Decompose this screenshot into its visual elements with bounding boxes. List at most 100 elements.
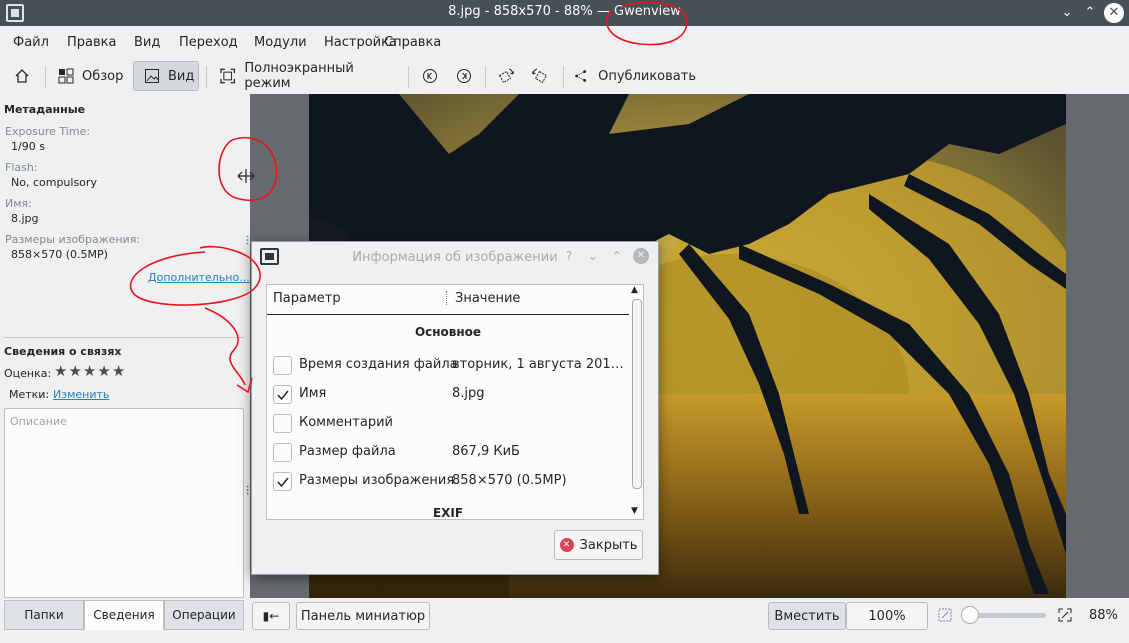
home-icon	[15, 69, 29, 83]
image-view-icon	[145, 69, 159, 83]
semantic-info-heading: Сведения о связях	[4, 345, 122, 358]
checkmark-icon	[277, 477, 289, 488]
row-checkbox-checked[interactable]	[273, 472, 292, 491]
menubar: Файл Правка Вид Переход Модули Настройка…	[0, 26, 1129, 58]
table-row[interactable]: Время создания файла вторник, 1 августа …	[267, 351, 629, 380]
rotate-left-icon	[498, 68, 514, 84]
dialog-close-icon[interactable]: ✕	[633, 248, 649, 264]
row-checkbox[interactable]	[273, 443, 292, 462]
column-header-param[interactable]: Параметр	[273, 285, 341, 313]
zoom-100-button[interactable]: 100%	[846, 602, 928, 630]
table-row[interactable]: Размеры изображения 858×570 (0.5MP)	[267, 467, 629, 496]
scroll-up-icon[interactable]: ▲	[631, 285, 638, 295]
description-textarea[interactable]: Описание	[4, 408, 244, 598]
zoom-out-icon[interactable]	[938, 608, 952, 622]
window-title: 8.jpg - 858x570 - 88% — Gwenview	[0, 4, 1129, 19]
next-icon	[457, 69, 471, 83]
info-table-scrollbar[interactable]: ▲ ▼	[629, 285, 643, 519]
fullscreen-button[interactable]: Полноэкранный режим	[218, 61, 398, 91]
meta-label-exposure: Exposure Time:	[5, 125, 91, 138]
row-value: вторник, 1 августа 2017 г...	[452, 357, 624, 372]
meta-label-dimensions: Размеры изображения:	[5, 233, 141, 246]
rating-label: Оценка:	[4, 367, 52, 380]
tab-information[interactable]: Сведения	[84, 600, 164, 630]
row-param: Комментарий	[299, 415, 393, 430]
publish-button[interactable]: Опубликовать	[574, 61, 696, 91]
menu-view[interactable]: Вид	[134, 35, 160, 50]
home-button[interactable]	[10, 61, 34, 91]
image-info-dialog: Информация об изображении ? ⌄ ⌃ ✕ Параме…	[251, 241, 659, 575]
sidebar-splitter-handle[interactable]	[246, 234, 249, 245]
scrollbar-thumb[interactable]	[632, 299, 642, 489]
previous-icon	[423, 69, 437, 83]
main-toolbar: Обзор Вид Полноэкранный режим Опубликова…	[0, 58, 1129, 94]
status-bar: ▮← Панель миниатюр Вместить 100% 88%	[249, 598, 1129, 643]
info-table: Параметр Значение Основное Время создани…	[266, 284, 644, 520]
menu-plugins[interactable]: Модули	[254, 35, 307, 50]
dialog-close-button[interactable]: ✕ Закрыть	[554, 530, 643, 560]
tags-label: Метки:	[9, 388, 50, 401]
menu-go[interactable]: Переход	[179, 35, 238, 50]
window-menu-chevron-down-icon[interactable]: ⌄	[1057, 3, 1077, 23]
view-mode-button[interactable]: Вид	[133, 61, 199, 91]
row-value: 867,9 КиБ	[452, 444, 520, 459]
thumbnail-bar-button[interactable]: Панель миниатюр	[296, 602, 430, 630]
browse-button[interactable]: Обзор	[54, 61, 128, 91]
zoom-level-readout: 88%	[1089, 608, 1118, 623]
description-placeholder: Описание	[10, 415, 67, 428]
star-icon[interactable]: ★	[54, 362, 68, 380]
table-row[interactable]: Комментарий	[267, 409, 629, 438]
sidebar-splitter-handle[interactable]	[246, 484, 249, 495]
menu-edit[interactable]: Правка	[67, 35, 116, 50]
rotate-right-button[interactable]	[529, 61, 551, 91]
menu-help[interactable]: Справка	[384, 35, 441, 50]
star-icon[interactable]: ★	[97, 362, 111, 380]
zoom-in-icon[interactable]	[1058, 608, 1072, 622]
menu-file[interactable]: Файл	[13, 35, 49, 50]
metadata-heading: Метаданные	[4, 103, 86, 116]
column-header-value[interactable]: Значение	[455, 285, 520, 313]
window-close-icon[interactable]: ✕	[1104, 3, 1124, 23]
group-exif: EXIF	[432, 506, 464, 520]
metadata-more-link[interactable]: Дополнительно...	[148, 271, 250, 284]
window-title-prefix: 8.jpg - 858x570 - 88% —	[448, 4, 610, 19]
row-checkbox[interactable]	[273, 356, 292, 375]
row-param: Размер файла	[299, 444, 396, 459]
star-icon[interactable]: ★	[112, 362, 126, 380]
meta-value-exposure: 1/90 s	[11, 140, 45, 153]
tags-edit-link[interactable]: Изменить	[53, 388, 109, 401]
meta-value-name: 8.jpg	[11, 212, 39, 225]
zoom-fit-button[interactable]: Вместить	[768, 602, 846, 630]
row-checkbox[interactable]	[273, 414, 292, 433]
toggle-sidebar-button[interactable]: ▮←	[252, 602, 290, 630]
table-row[interactable]: Имя 8.jpg	[267, 380, 629, 409]
fullscreen-icon	[220, 68, 236, 84]
sidebar-toggle-icon: ▮←	[262, 609, 280, 623]
dialog-minimize-chevron-down-icon[interactable]: ⌄	[585, 248, 601, 264]
scroll-down-icon[interactable]: ▼	[631, 506, 638, 516]
next-button[interactable]	[454, 61, 474, 91]
dialog-close-label: Закрыть	[579, 537, 638, 553]
zoom-slider-track[interactable]	[968, 613, 1046, 618]
star-icon[interactable]: ★	[68, 362, 82, 380]
dialog-maximize-chevron-up-icon[interactable]: ⌃	[609, 248, 625, 264]
browse-label: Обзор	[82, 68, 124, 84]
row-checkbox-checked[interactable]	[273, 385, 292, 404]
previous-button[interactable]	[420, 61, 440, 91]
rating-stars[interactable]: ★★★★★	[54, 362, 126, 380]
star-icon[interactable]: ★	[83, 362, 97, 380]
group-main: Основное	[414, 325, 482, 339]
dialog-help-icon[interactable]: ?	[561, 248, 577, 264]
meta-value-dimensions: 858×570 (0.5MP)	[11, 248, 108, 261]
browse-grid-icon	[58, 68, 74, 84]
table-row[interactable]: Размер файла 867,9 КиБ	[267, 438, 629, 467]
window-title-app: Gwenview	[614, 4, 681, 19]
dialog-titlebar[interactable]: Информация об изображении ? ⌄ ⌃ ✕	[252, 242, 658, 272]
fullscreen-label: Полноэкранный режим	[244, 61, 354, 91]
rotate-left-button[interactable]	[495, 61, 517, 91]
zoom-slider-handle[interactable]	[961, 606, 979, 624]
tab-folders[interactable]: Папки	[4, 600, 84, 630]
window-maximize-chevron-up-icon[interactable]: ⌃	[1080, 3, 1100, 23]
info-sidebar: Метаданные Exposure Time: 1/90 s Flash: …	[0, 94, 250, 600]
tab-operations[interactable]: Операции	[164, 600, 244, 630]
